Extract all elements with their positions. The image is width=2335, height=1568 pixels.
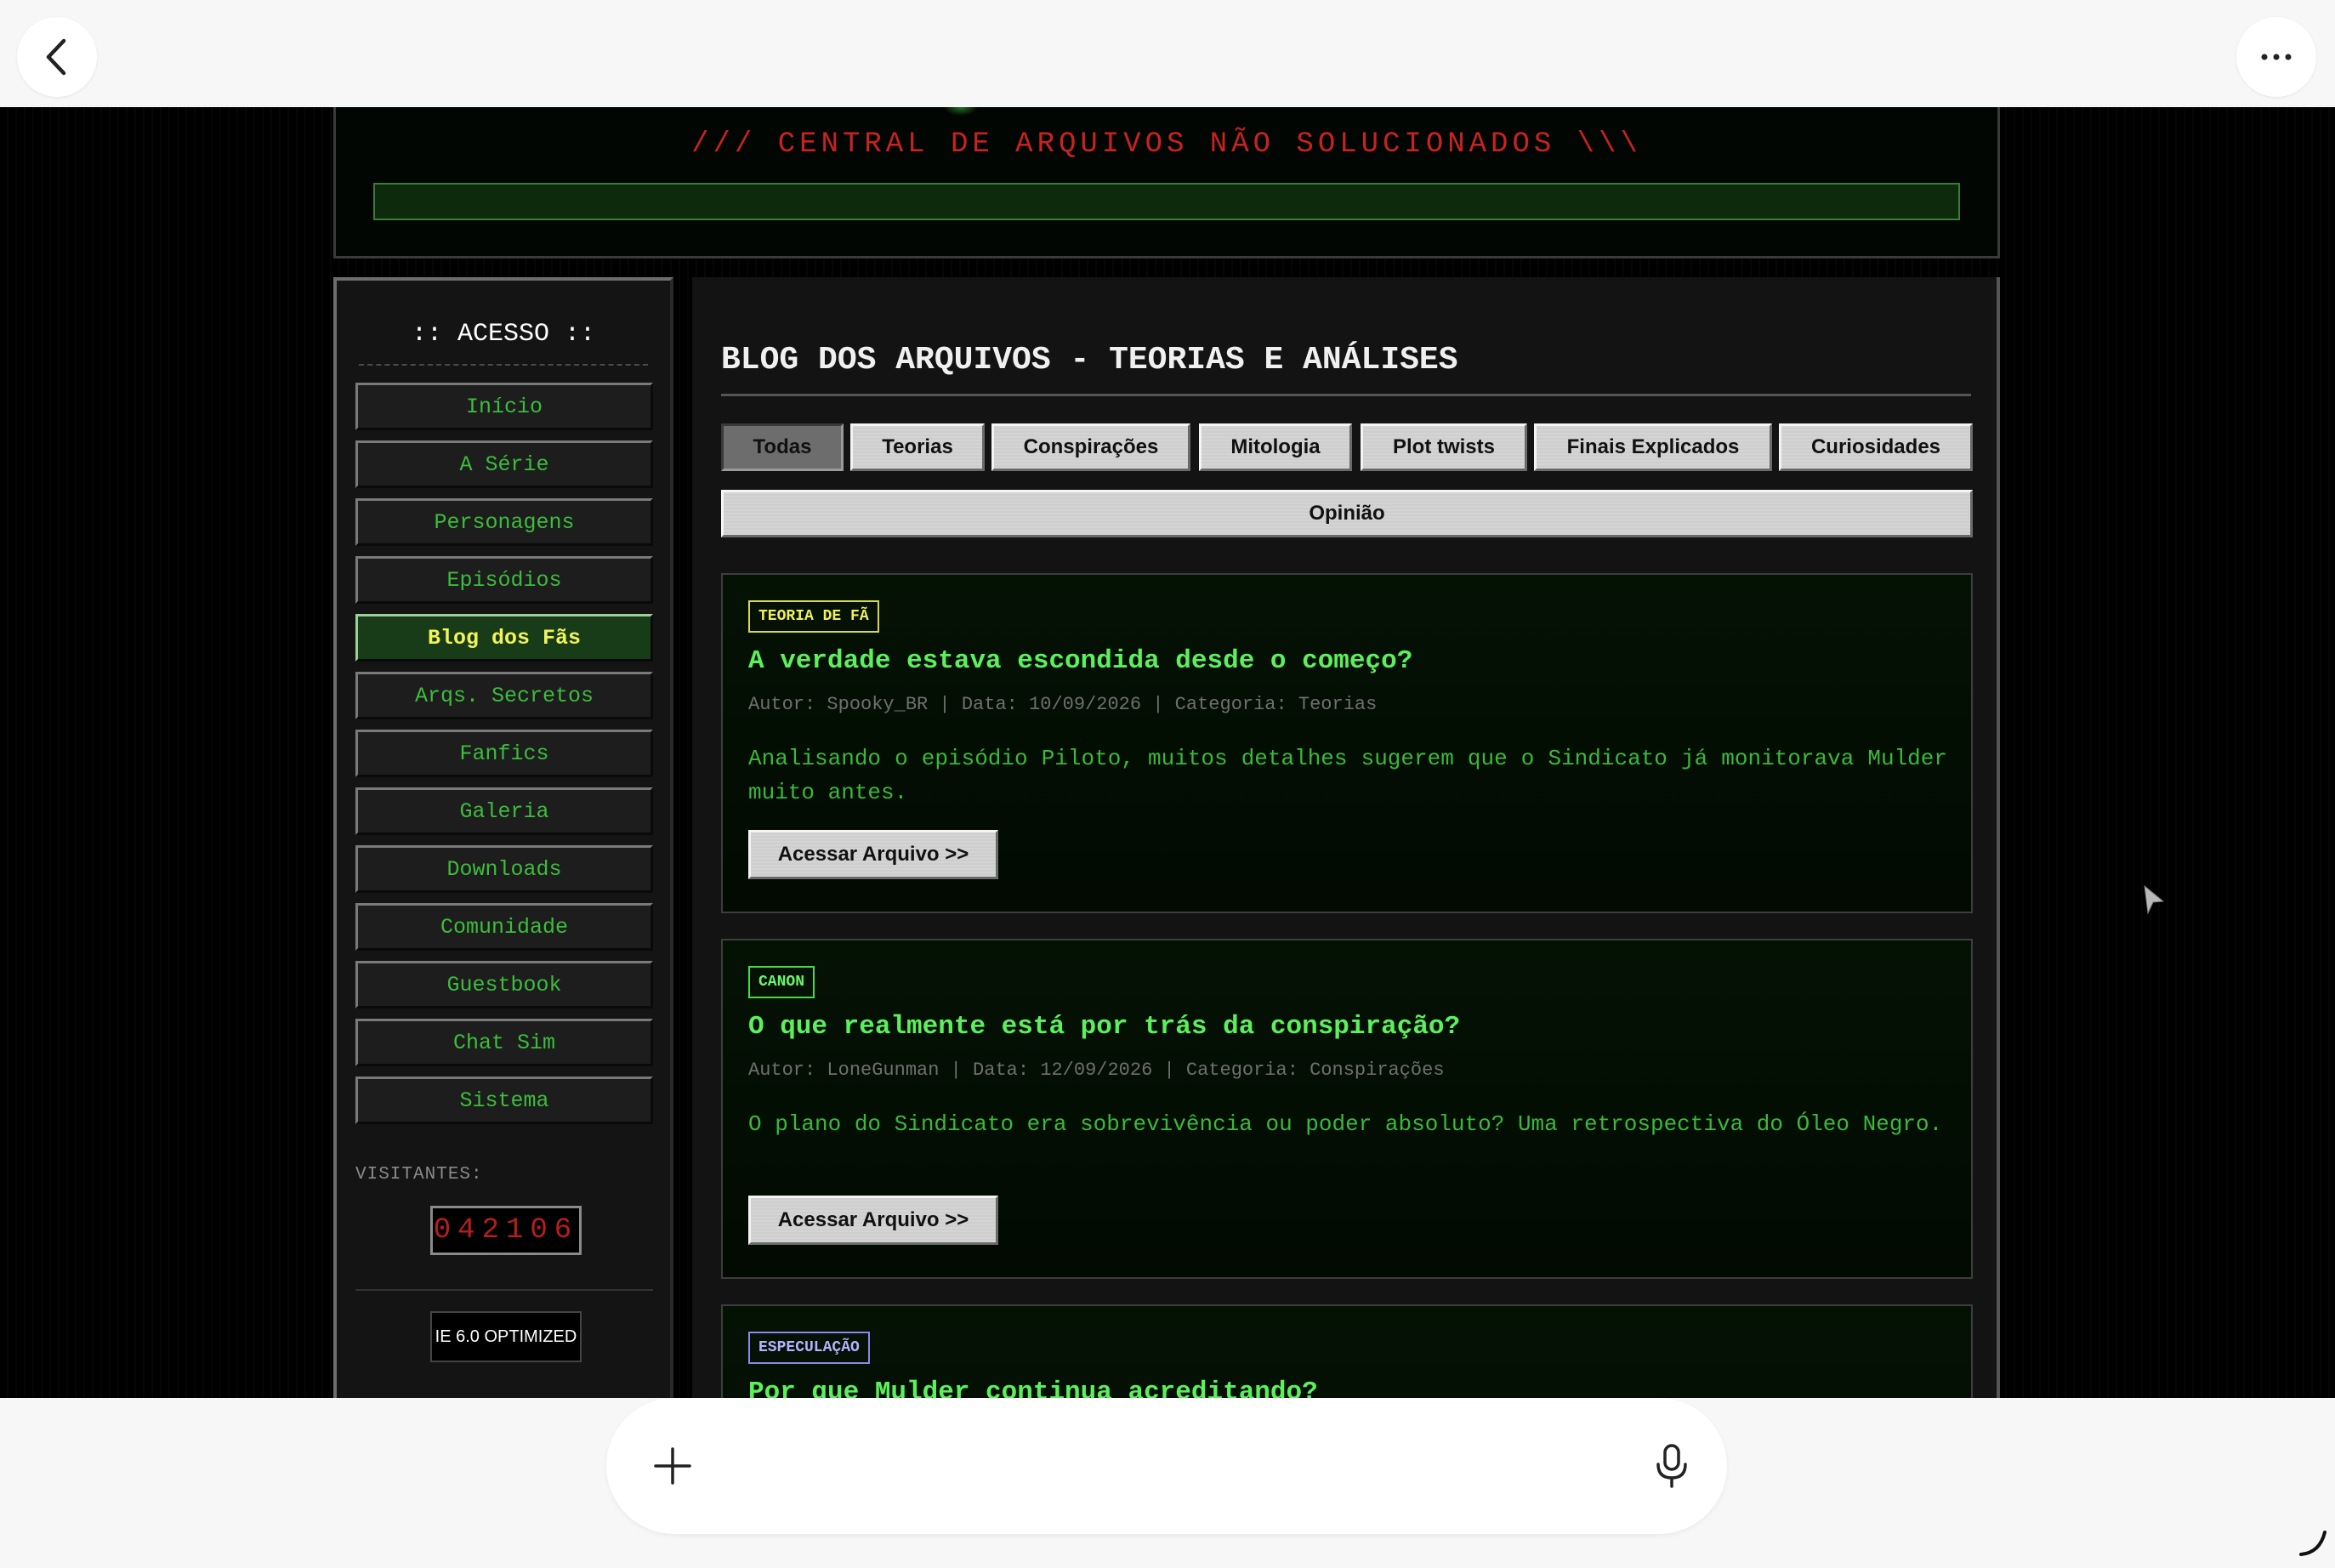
main-content: BLOG DOS ARQUIVOS - TEORIAS E ANÁLISES T… [692, 277, 2000, 1398]
sidebar-item-episodios[interactable]: Episódios [355, 556, 653, 604]
sidebar-item-inicio[interactable]: Início [355, 383, 653, 430]
sidebar-item-arqs-secretos[interactable]: Arqs. Secretos [355, 672, 653, 719]
filter-conspiracoes[interactable]: Conspirações [991, 423, 1190, 471]
page-viewport: /// CENTRAL DE ARQUIVOS NÃO SOLUCIONADOS… [0, 107, 2335, 1398]
sidebar-item-personagens[interactable]: Personagens [355, 498, 653, 546]
post-title[interactable]: A verdade estava escondida desde o começ… [748, 646, 1412, 676]
header-glow [944, 107, 978, 116]
sidebar-item-sistema[interactable]: Sistema [355, 1077, 653, 1124]
filter-mitologia[interactable]: Mitologia [1199, 423, 1352, 471]
post-meta: Autor: LoneGunman | Data: 12/09/2026 | C… [748, 1060, 1445, 1081]
chevron-left-icon [46, 38, 66, 76]
browser-bottom-bar [0, 1398, 2335, 1568]
sidebar-item-blog-dos-fas[interactable]: Blog dos Fãs [355, 614, 653, 662]
cursor-icon [2144, 884, 2165, 915]
visitors-label: VISITANTES: [355, 1165, 483, 1185]
post-meta: Autor: Spooky_BR | Data: 10/09/2026 | Ca… [748, 694, 1378, 715]
sidebar: :: ACESSO :: Início A Série Personagens … [333, 277, 673, 1398]
sidebar-item-downloads[interactable]: Downloads [355, 845, 653, 893]
resize-handle-icon[interactable] [2296, 1525, 2330, 1559]
header-subtitle: /// CENTRAL DE ARQUIVOS NÃO SOLUCIONADOS… [691, 128, 1642, 161]
post-tag: ESPECULAÇÃO [748, 1332, 870, 1364]
sidebar-item-guestbook[interactable]: Guestbook [355, 961, 653, 1008]
sidebar-item-galeria[interactable]: Galeria [355, 787, 653, 835]
visitor-counter: 042106 [430, 1206, 582, 1255]
post-title[interactable]: Por que Mulder continua acreditando? [748, 1378, 1318, 1398]
post-tag: TEORIA DE FÃ [748, 600, 879, 633]
blog-post-card: ESPECULAÇÃO Por que Mulder continua acre… [721, 1304, 1973, 1398]
plus-icon[interactable] [649, 1442, 696, 1490]
browser-top-bar [0, 0, 2335, 107]
ie-optimized-badge: IE 6.0 OPTIMIZED [430, 1311, 582, 1362]
sidebar-divider [355, 1289, 653, 1291]
post-tag: CANON [748, 966, 815, 998]
prompt-input[interactable] [717, 1432, 1622, 1502]
back-button[interactable] [17, 17, 97, 97]
post-excerpt: Analisando o episódio Piloto, muitos det… [748, 746, 1947, 805]
header-marquee-bar [373, 183, 1960, 220]
access-file-button[interactable]: Acessar Arquivo >> [748, 830, 998, 879]
sidebar-item-comunidade[interactable]: Comunidade [355, 903, 653, 951]
sidebar-item-fanfics[interactable]: Fanfics [355, 730, 653, 777]
filter-opiniao[interactable]: Opinião [721, 490, 1973, 537]
prompt-composer[interactable] [606, 1398, 1727, 1534]
more-options-button[interactable] [2236, 17, 2316, 97]
site-header: /// CENTRAL DE ARQUIVOS NÃO SOLUCIONADOS… [333, 107, 2000, 258]
filter-curiosidades[interactable]: Curiosidades [1779, 423, 1973, 471]
filter-plot-twists[interactable]: Plot twists [1361, 423, 1527, 471]
more-horizontal-icon [2261, 54, 2292, 60]
access-file-button[interactable]: Acessar Arquivo >> [748, 1196, 998, 1245]
filter-todas[interactable]: Todas [721, 423, 844, 471]
microphone-icon[interactable] [1652, 1442, 1691, 1490]
blog-post-card: TEORIA DE FÃ A verdade estava escondida … [721, 573, 1973, 913]
post-title[interactable]: O que realmente está por trás da conspir… [748, 1012, 1460, 1042]
sidebar-item-a-serie[interactable]: A Série [355, 440, 653, 488]
sidebar-item-chat-sim[interactable]: Chat Sim [355, 1019, 653, 1066]
sidebar-title: :: ACESSO :: [359, 320, 648, 366]
blog-post-card: CANON O que realmente está por trás da c… [721, 939, 1973, 1279]
post-excerpt: O plano do Sindicato era sobrevivência o… [748, 1111, 1943, 1137]
filter-teorias[interactable]: Teorias [850, 423, 985, 471]
page-title: BLOG DOS ARQUIVOS - TEORIAS E ANÁLISES [721, 342, 1971, 396]
filter-finais-explicados[interactable]: Finais Explicados [1534, 423, 1772, 471]
